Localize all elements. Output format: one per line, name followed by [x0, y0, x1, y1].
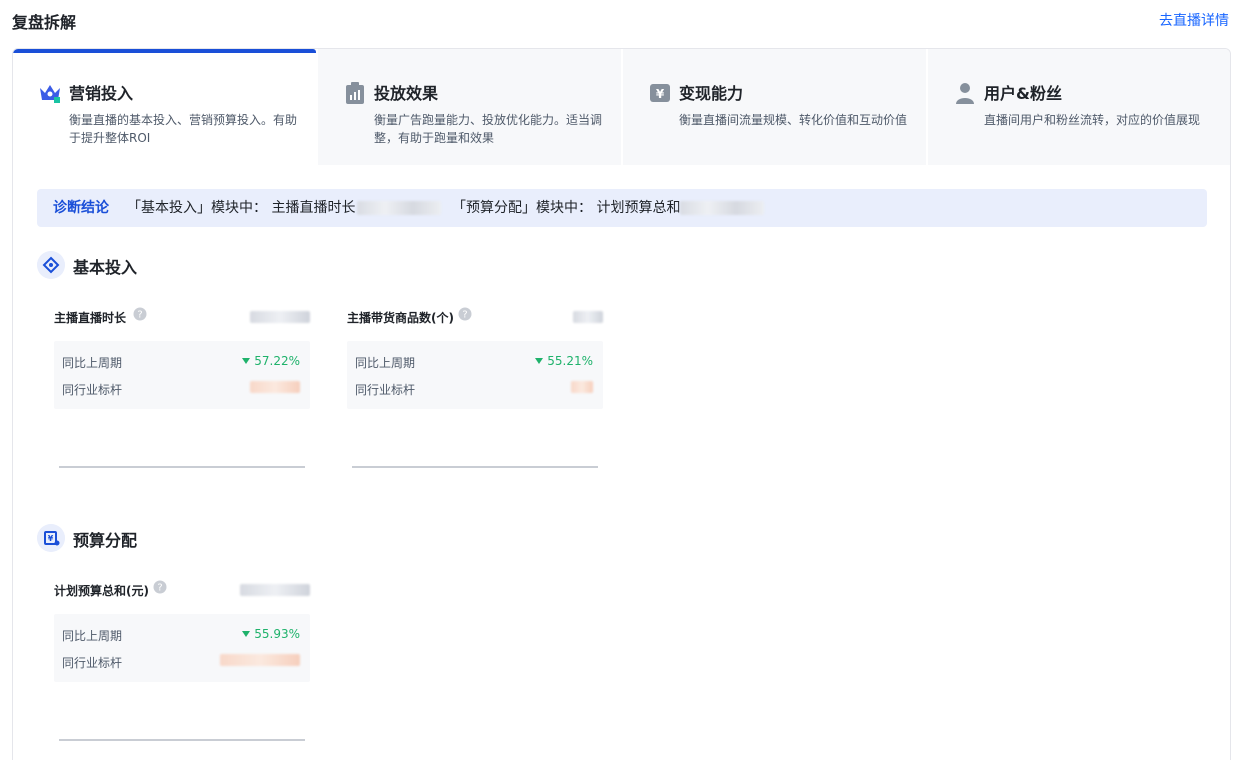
yen-icon: ¥ — [650, 84, 670, 102]
svg-text:?: ? — [157, 583, 162, 594]
metric-name: 主播带货商品数(个) — [347, 311, 454, 325]
metric-trend-line — [352, 466, 598, 468]
diagnosis-redacted-2 — [680, 201, 764, 215]
compare-percent: 55.21% — [535, 354, 593, 368]
compare-percent-value: 55.21% — [547, 354, 593, 368]
metric-plan-budget: 计划预算总和(元) ? 同比上周期 55.93% 同行业标杆 — [54, 580, 310, 752]
benchmark-value-redacted — [250, 381, 300, 393]
tab-ad-effect[interactable]: 投放效果 衡量广告跑量能力、投放优化能力。适当调整，有助于跑量和效果 — [318, 49, 621, 165]
tab-title: 投放效果 — [374, 84, 439, 103]
tab-monetization[interactable]: ¥ 变现能力 衡量直播间流量规模、转化价值和互动价值 — [623, 49, 926, 165]
metric-live-duration: 主播直播时长 ? 同比上周期 57.22% 同行业标杆 — [54, 307, 310, 479]
diagnosis-basic-text: 「基本投入」模块中： 主播直播时长 — [127, 200, 356, 216]
help-icon[interactable]: ? — [153, 580, 167, 594]
metric-value-redacted — [240, 584, 310, 596]
budget-icon: ¥ — [37, 524, 65, 552]
metric-compare-box: 同比上周期 57.22% 同行业标杆 — [54, 341, 310, 409]
crown-icon — [40, 85, 60, 103]
down-triangle-icon — [242, 631, 251, 637]
section-title: 预算分配 — [73, 531, 138, 550]
diagnosis-redacted-1 — [357, 201, 441, 215]
compare-percent-value: 57.22% — [254, 354, 300, 368]
category-tabs: 营销投入 衡量直播的基本投入、营销预算投入。有助于提升整体ROI 投放效果 衡量… — [13, 49, 1230, 165]
tab-desc: 衡量广告跑量能力、投放优化能力。适当调整，有助于跑量和效果 — [374, 113, 603, 145]
compare-label: 同比上周期 — [355, 356, 416, 370]
diamond-icon — [37, 251, 65, 279]
metric-name: 计划预算总和(元) — [54, 584, 149, 598]
metric-value-redacted — [573, 311, 603, 323]
review-panel: 营销投入 衡量直播的基本投入、营销预算投入。有助于提升整体ROI 投放效果 衡量… — [12, 48, 1231, 760]
tab-desc: 衡量直播间流量规模、转化价值和互动价值 — [679, 113, 908, 127]
svg-text:?: ? — [462, 310, 467, 321]
go-live-detail-link[interactable]: 去直播详情 — [1159, 10, 1229, 30]
tab-marketing-input[interactable]: 营销投入 衡量直播的基本投入、营销预算投入。有助于提升整体ROI — [13, 49, 316, 165]
benchmark-label: 同行业标杆 — [355, 383, 416, 397]
help-icon[interactable]: ? — [458, 307, 472, 321]
compare-label: 同比上周期 — [62, 629, 123, 643]
down-triangle-icon — [242, 358, 251, 364]
svg-text:¥: ¥ — [656, 87, 665, 101]
benchmark-value-redacted — [571, 381, 593, 393]
tab-users-fans[interactable]: 用户&粉丝 直播间用户和粉丝流转，对应的价值展现 — [928, 49, 1230, 165]
compare-percent-value: 55.93% — [254, 627, 300, 641]
tab-desc: 直播间用户和粉丝流转，对应的价值展现 — [984, 113, 1201, 127]
down-triangle-icon — [535, 358, 544, 364]
metric-compare-box: 同比上周期 55.21% 同行业标杆 — [347, 341, 603, 409]
clipboard-chart-icon — [346, 82, 364, 104]
metric-trend-line — [59, 739, 305, 741]
tab-title: 营销投入 — [69, 84, 134, 103]
metric-trend-line — [59, 466, 305, 468]
benchmark-label: 同行业标杆 — [62, 656, 123, 670]
tab-desc: 衡量直播的基本投入、营销预算投入。有助于提升整体ROI — [69, 113, 298, 145]
compare-percent: 57.22% — [242, 354, 300, 368]
diagnosis-bar: 诊断结论 「基本投入」模块中： 主播直播时长 「预算分配」模块中： 计划预算总和 — [37, 189, 1207, 227]
section-title: 基本投入 — [73, 258, 138, 277]
help-icon[interactable]: ? — [133, 307, 147, 321]
tab-title: 变现能力 — [679, 84, 744, 103]
metric-name: 主播直播时长 — [54, 311, 127, 325]
metric-product-count: 主播带货商品数(个) ? 同比上周期 55.21% 同行业标杆 — [347, 307, 603, 479]
benchmark-label: 同行业标杆 — [62, 383, 123, 397]
diagnosis-budget-text: 「预算分配」模块中： 计划预算总和 — [452, 200, 681, 216]
benchmark-value-redacted — [220, 654, 300, 666]
diagnosis-label: 诊断结论 — [53, 200, 109, 216]
compare-label: 同比上周期 — [62, 356, 123, 370]
compare-percent: 55.93% — [242, 627, 300, 641]
metric-value-redacted — [250, 311, 310, 323]
svg-text:?: ? — [137, 310, 142, 321]
tab-title: 用户&粉丝 — [984, 84, 1062, 103]
svg-text:¥: ¥ — [48, 534, 54, 543]
metric-compare-box: 同比上周期 55.93% 同行业标杆 — [54, 614, 310, 682]
page-title: 复盘拆解 — [12, 13, 77, 32]
user-icon — [956, 83, 974, 104]
